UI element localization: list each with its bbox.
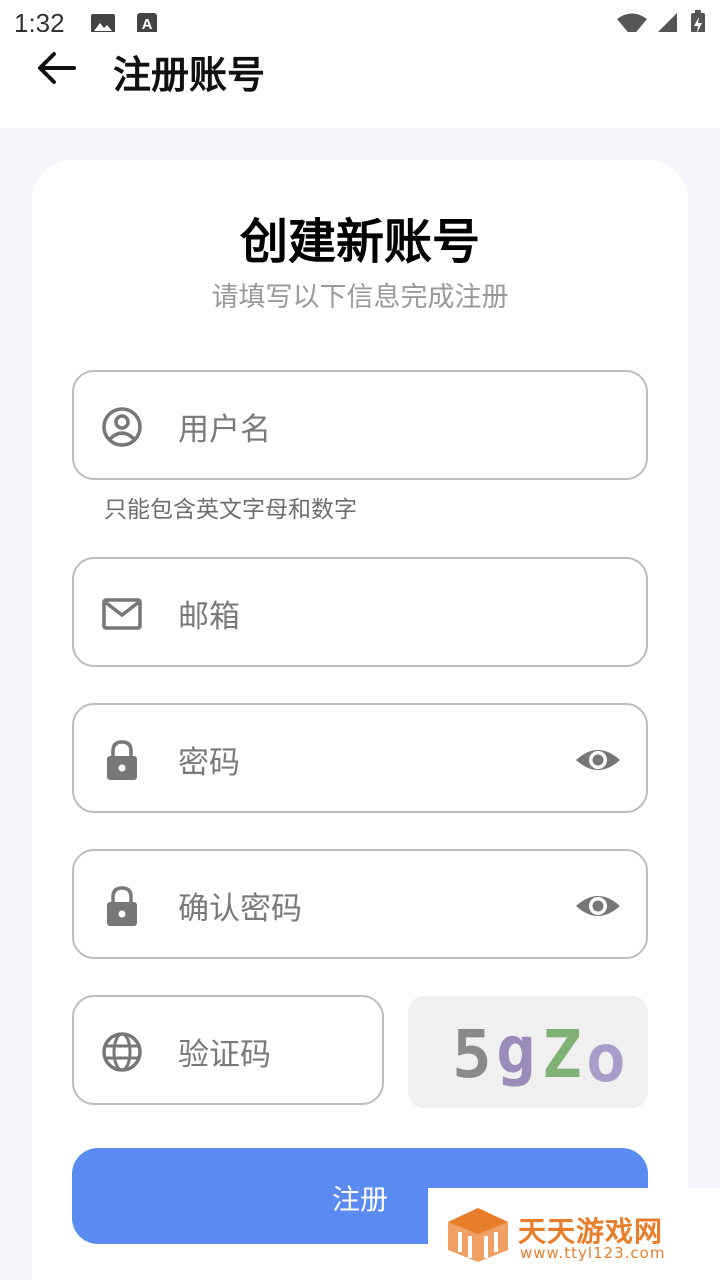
captcha-char: g [496, 1012, 536, 1089]
cube-logo-icon [448, 1208, 508, 1262]
register-card: 创建新账号 请填写以下信息完成注册 用户名 只能包含英文字母和数字 邮箱 密码 [32, 160, 688, 1280]
eye-icon[interactable] [574, 886, 622, 926]
captcha-placeholder: 验证码 [178, 1037, 271, 1073]
card-subtitle: 请填写以下信息完成注册 [211, 282, 509, 313]
email-field[interactable]: 邮箱 [72, 557, 648, 667]
username-placeholder: 用户名 [178, 412, 271, 448]
email-placeholder: 邮箱 [178, 599, 240, 635]
watermark: 天天游戏网 www.ttyl123.com [428, 1188, 720, 1280]
mail-icon [102, 598, 142, 630]
eye-icon[interactable] [574, 740, 622, 780]
lock-icon [107, 740, 137, 780]
app-bar: 注册账号 [0, 32, 720, 128]
username-field[interactable]: 用户名 [72, 370, 648, 480]
back-arrow-icon[interactable] [30, 46, 82, 90]
confirm-password-field[interactable]: 确认密码 [72, 849, 648, 959]
password-placeholder: 密码 [178, 745, 240, 781]
svg-text:A: A [142, 16, 153, 33]
captcha-field[interactable]: 验证码 [72, 995, 384, 1105]
lock-icon [107, 886, 137, 926]
account-circle-icon [102, 407, 142, 447]
watermark-url: www.ttyl123.com [520, 1244, 666, 1262]
captcha-char: Z [542, 1016, 582, 1093]
page-title: 注册账号 [113, 53, 266, 97]
captcha-char: o [586, 1020, 626, 1097]
username-helper-text: 只能包含英文字母和数字 [104, 497, 357, 523]
captcha-image[interactable]: 5 g Z o [408, 996, 648, 1108]
card-title: 创建新账号 [239, 214, 480, 270]
password-field[interactable]: 密码 [72, 703, 648, 813]
captcha-char: 5 [452, 1016, 492, 1093]
globe-icon [102, 1032, 142, 1072]
confirm-password-placeholder: 确认密码 [178, 891, 302, 927]
